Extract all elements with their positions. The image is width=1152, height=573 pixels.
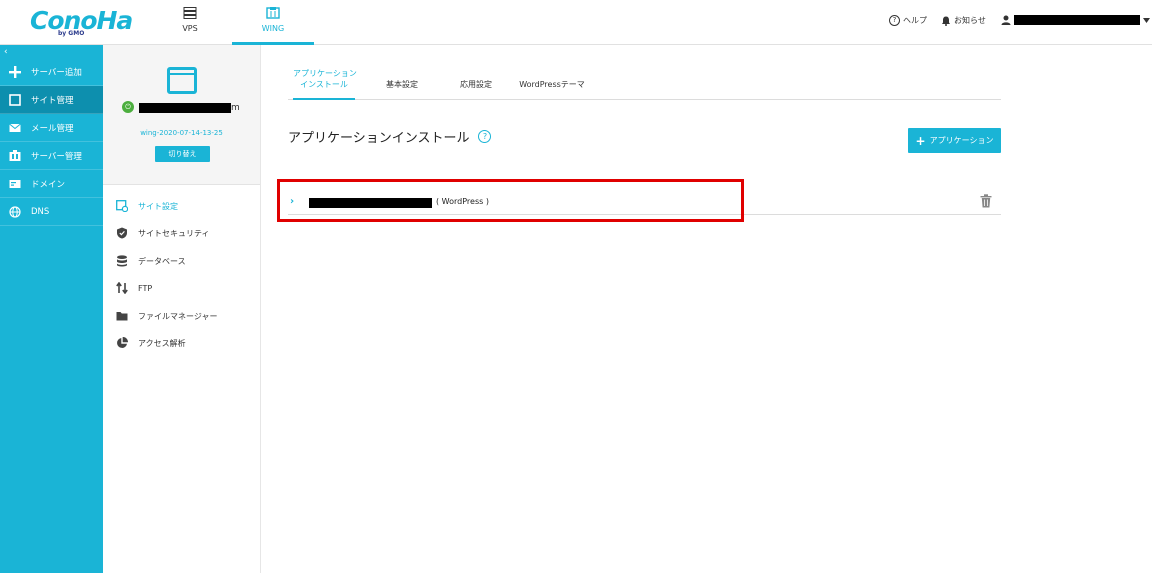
chevron-down-icon [1143, 17, 1150, 23]
nav-tab-label: WING [261, 24, 285, 33]
menu-item-label: ファイルマネージャー [138, 311, 218, 321]
site-name-redacted [139, 103, 231, 113]
sidebar-item-site-management[interactable]: サイト管理 [0, 86, 103, 114]
nav-tab-vps[interactable]: VPS [149, 0, 231, 45]
plus-icon: + [915, 133, 926, 148]
logo-subtext: by GMO [58, 30, 85, 37]
menu-item-file-manager[interactable]: ファイルマネージャー [116, 307, 217, 325]
pie-chart-icon [116, 337, 128, 349]
add-application-button[interactable]: + アプリケーション [908, 128, 1001, 153]
sidebar-item-label: ドメイン [31, 179, 66, 190]
trash-icon[interactable] [980, 194, 992, 208]
settings-tabs: アプリケーション インストール 基本設定 応用設定 WordPressテーマ [288, 68, 1001, 100]
site-name-suffix: m [231, 103, 240, 113]
notice-label: お知らせ [954, 16, 986, 25]
tab-label: WordPressテーマ [519, 80, 585, 89]
database-icon [116, 255, 128, 267]
site-window-icon [167, 67, 197, 94]
tab-label: 基本設定 [386, 80, 418, 89]
app-root: ConoHa by GMO VPS WING ? ヘルプ お知らせ ‹ サーバー… [0, 0, 1152, 573]
sidebar-item-label: DNS [31, 206, 50, 217]
globe-icon [9, 205, 21, 218]
help-icon[interactable]: ? [478, 130, 492, 143]
help-link[interactable]: ? ヘルプ [889, 15, 927, 26]
page-title: アプリケーションインストール [288, 131, 470, 146]
top-header: ConoHa by GMO VPS WING ? ヘルプ お知らせ [0, 0, 1152, 45]
expand-chevron-icon[interactable]: › [290, 196, 294, 207]
nav-tab-wing[interactable]: WING [232, 0, 314, 45]
sidebar-item-domain[interactable]: ドメイン [0, 170, 103, 198]
power-status-icon: ⏻ [122, 101, 134, 113]
site-settings-icon [116, 200, 128, 212]
folder-icon [116, 310, 128, 322]
bell-icon [942, 16, 950, 26]
menu-item-label: サイトセキュリティ [138, 228, 210, 238]
tab-wordpress-theme[interactable]: WordPressテーマ [516, 79, 588, 111]
server-manage-icon [9, 149, 21, 162]
application-type: ( WordPress ) [436, 197, 489, 206]
sidebar-item-server-management[interactable]: サーバー管理 [0, 142, 103, 170]
help-label: ヘルプ [903, 16, 927, 25]
site-panel: ⏻ m wing-2020-07-14-13-25 切り替え サイト設定 サイト… [103, 45, 261, 573]
wing-icon [266, 7, 280, 19]
sidebar-item-label: サイト管理 [31, 95, 74, 106]
conoha-logo[interactable]: ConoHa by GMO [30, 6, 133, 40]
question-icon: ? [889, 15, 900, 26]
sidebar-item-label: メール管理 [31, 123, 74, 134]
notice-link[interactable]: お知らせ [941, 15, 986, 26]
tab-label-line1: アプリケーション [293, 69, 357, 78]
sidebar-item-mail-management[interactable]: メール管理 [0, 114, 103, 142]
site-header: ⏻ m wing-2020-07-14-13-25 切り替え [103, 45, 260, 185]
shield-icon [116, 227, 128, 239]
window-icon [9, 93, 21, 106]
user-menu[interactable] [1001, 15, 1150, 25]
domain-icon [9, 178, 21, 190]
tab-basic-settings[interactable]: 基本設定 [384, 79, 420, 111]
mail-icon [9, 122, 21, 134]
site-name: m [139, 103, 240, 113]
menu-item-site-settings[interactable]: サイト設定 [116, 197, 178, 215]
user-name-redacted [1014, 15, 1140, 25]
menu-item-site-security[interactable]: サイトセキュリティ [116, 224, 210, 242]
sidebar-item-dns[interactable]: DNS [0, 198, 103, 226]
menu-item-label: データベース [138, 256, 186, 266]
user-icon [1001, 15, 1011, 25]
tab-label: 応用設定 [460, 80, 492, 89]
menu-item-label: アクセス解析 [138, 338, 186, 348]
menu-item-ftp[interactable]: FTP [116, 279, 152, 297]
nav-tab-label: VPS [182, 24, 198, 33]
application-name-redacted [309, 198, 432, 208]
transfer-arrows-icon [116, 282, 128, 294]
menu-item-label: サイト設定 [138, 201, 178, 211]
add-application-label: アプリケーション [929, 136, 994, 145]
plus-icon [9, 65, 21, 78]
menu-item-database[interactable]: データベース [116, 252, 186, 270]
application-row[interactable]: › ( WordPress ) [288, 188, 1001, 215]
main-sidebar: ‹ サーバー追加 サイト管理 メール管理 サーバー管理 ドメイン DNS [0, 45, 103, 573]
server-icon [183, 7, 197, 19]
site-id: wing-2020-07-14-13-25 [140, 129, 223, 137]
sidebar-collapse-button[interactable]: ‹ [4, 47, 8, 57]
tab-advanced-settings[interactable]: 応用設定 [458, 79, 494, 111]
page-title-wrap: アプリケーションインストール ? [288, 127, 492, 146]
sidebar-item-label: サーバー追加 [31, 67, 82, 78]
sidebar-item-add-server[interactable]: サーバー追加 [0, 58, 103, 86]
tab-application-install[interactable]: アプリケーション インストール [293, 68, 357, 100]
tab-label-line2: インストール [300, 80, 348, 89]
sidebar-item-label: サーバー管理 [31, 151, 82, 162]
switch-site-button[interactable]: 切り替え [155, 146, 210, 162]
menu-item-label: FTP [138, 283, 153, 293]
menu-item-access-analytics[interactable]: アクセス解析 [116, 334, 186, 352]
